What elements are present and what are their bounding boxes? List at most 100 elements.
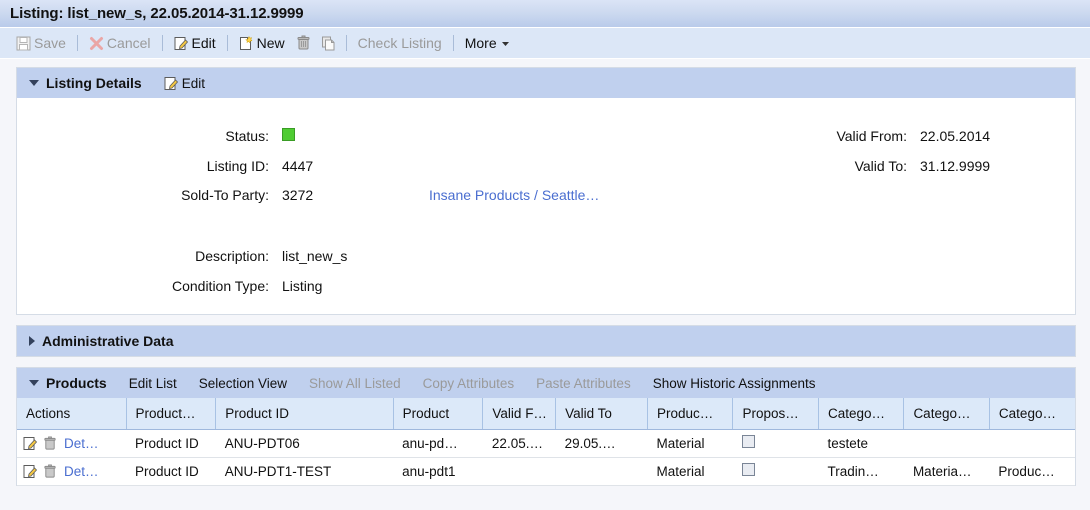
- column-header-product[interactable]: Product: [393, 398, 484, 430]
- collapse-caret-down-icon[interactable]: [29, 80, 39, 86]
- selection-view-button[interactable]: Selection View: [199, 376, 287, 391]
- cell-product-link[interactable]: anu-pdt1: [393, 457, 483, 486]
- copy-button[interactable]: [316, 34, 341, 53]
- edit-list-button[interactable]: Edit List: [129, 376, 177, 391]
- paste-attributes-button[interactable]: Paste Attributes: [536, 376, 631, 391]
- cell-category-3: Produc…: [989, 457, 1075, 486]
- show-all-listed-label: Show All Listed: [309, 375, 401, 391]
- cell-proposed: [732, 429, 819, 458]
- save-button-label: Save: [34, 35, 66, 51]
- edit-pencil-icon: [164, 76, 179, 91]
- administrative-data-panel: Administrative Data: [16, 325, 1076, 357]
- valid-from-label-wrap: Valid From:: [637, 128, 907, 144]
- column-header-product-id[interactable]: Product ID: [215, 398, 394, 430]
- column-header-category-1[interactable]: Catego…: [818, 398, 905, 430]
- row-edit-pencil-icon[interactable]: [23, 436, 38, 451]
- status-badge: [282, 128, 295, 141]
- show-historic-assignments-button[interactable]: Show Historic Assignments: [653, 376, 816, 391]
- sold-to-party-value: 3272: [282, 187, 314, 203]
- save-button[interactable]: Save: [10, 33, 72, 53]
- status-field-label-wrap: Status:: [17, 128, 269, 144]
- column-header-proposed[interactable]: Propos…: [732, 398, 819, 430]
- delete-button[interactable]: [291, 33, 316, 53]
- selection-view-label: Selection View: [198, 375, 288, 391]
- sold-to-party-value-wrap: 3272: [282, 187, 313, 203]
- row-details-link[interactable]: Det…: [64, 464, 99, 479]
- column-header-valid-to[interactable]: Valid To: [555, 398, 648, 430]
- page-title: Listing: list_new_s, 22.05.2014-31.12.99…: [10, 5, 304, 22]
- column-header-category-2[interactable]: Catego…: [903, 398, 990, 430]
- listing-id-value-wrap: 4447: [282, 158, 313, 174]
- table-row[interactable]: Det… Product ID ANU-PDT06 anu-pd… 22.05.…: [17, 429, 1075, 458]
- cell-valid-to: [555, 457, 648, 486]
- check-listing-button[interactable]: Check Listing: [352, 33, 448, 53]
- cell-product-category: Material: [647, 457, 733, 486]
- listing-details-header[interactable]: Listing Details Edit: [17, 68, 1075, 98]
- sold-to-party-label: Sold-To Party:: [181, 187, 269, 203]
- sold-to-party-link-wrap: Insane Products / Seattle…: [429, 187, 599, 203]
- edit-pencil-icon: [174, 36, 189, 51]
- more-menu-label: More: [464, 35, 497, 51]
- cell-proposed: [732, 457, 819, 486]
- valid-to-value: 31.12.9999: [920, 158, 991, 174]
- products-table-header-row: Actions Product… Product ID Product Vali…: [17, 398, 1075, 430]
- listing-details-edit-button[interactable]: Edit: [164, 76, 205, 91]
- cell-product-link[interactable]: anu-pd…: [393, 429, 483, 458]
- cell-category-3: [989, 429, 1075, 458]
- window-title-bar: Listing: list_new_s, 22.05.2014-31.12.99…: [0, 0, 1090, 28]
- toolbar-separator: [76, 35, 78, 51]
- column-header-product-category[interactable]: Produc…: [647, 398, 734, 430]
- column-header-category-3[interactable]: Catego…: [989, 398, 1075, 430]
- condition-type-label-wrap: Condition Type:: [17, 278, 269, 294]
- listing-details-edit-label: Edit: [181, 75, 205, 91]
- cancel-button[interactable]: Cancel: [83, 33, 157, 53]
- save-disk-icon: [16, 36, 31, 51]
- cell-valid-from: 22.05.…: [482, 429, 556, 458]
- products-table: Actions Product… Product ID Product Vali…: [17, 398, 1075, 486]
- table-row[interactable]: Det… Product ID ANU-PDT1-TEST anu-pdt1 M…: [17, 457, 1075, 486]
- proposed-checkbox[interactable]: [741, 463, 755, 476]
- copy-attributes-button[interactable]: Copy Attributes: [423, 376, 515, 391]
- valid-to-value-wrap: 31.12.9999: [920, 158, 990, 174]
- column-header-actions[interactable]: Actions: [17, 398, 127, 430]
- new-button[interactable]: New: [233, 33, 291, 53]
- administrative-data-header[interactable]: Administrative Data: [17, 326, 1075, 356]
- column-header-product-type[interactable]: Product…: [126, 398, 217, 430]
- column-header-valid-from[interactable]: Valid F…: [482, 398, 557, 430]
- valid-from-value-wrap: 22.05.2014: [920, 128, 990, 144]
- listing-details-body: Status: Listing ID: 4447 Sold-To Party: …: [17, 98, 1075, 314]
- sold-to-party-link[interactable]: Insane Products / Seattle…: [429, 187, 599, 203]
- show-all-listed-button[interactable]: Show All Listed: [309, 376, 401, 391]
- description-value-wrap: list_new_s: [282, 248, 347, 264]
- toolbar-separator: [345, 35, 347, 51]
- cell-product-category: Material: [647, 429, 733, 458]
- cell-product-id: ANU-PDT06: [215, 429, 394, 458]
- edit-button[interactable]: Edit: [168, 33, 222, 53]
- row-details-link[interactable]: Det…: [64, 436, 99, 451]
- edit-button-label: Edit: [191, 35, 216, 51]
- listing-details-title: Listing Details: [46, 75, 142, 91]
- valid-from-value: 22.05.2014: [920, 128, 991, 144]
- cell-valid-to: 29.05.…: [555, 429, 648, 458]
- condition-type-value-wrap: Listing: [282, 278, 322, 294]
- new-document-icon: [239, 35, 254, 51]
- status-badge-wrap: [282, 128, 295, 141]
- toolbar-separator: [452, 35, 454, 51]
- row-edit-pencil-icon[interactable]: [23, 464, 38, 479]
- row-trash-icon[interactable]: [43, 464, 57, 479]
- listing-details-panel: Listing Details Edit Status: Listing ID:…: [16, 67, 1076, 315]
- condition-type-value: Listing: [282, 278, 323, 294]
- row-actions-cell: Det…: [17, 429, 126, 458]
- cell-category-2: [903, 429, 990, 458]
- proposed-checkbox[interactable]: [741, 435, 755, 448]
- row-trash-icon[interactable]: [43, 436, 57, 451]
- row-actions-cell: Det…: [17, 457, 126, 486]
- more-menu-button[interactable]: More: [459, 33, 516, 53]
- listing-id-value: 4447: [282, 158, 314, 174]
- cell-product-id: ANU-PDT1-TEST: [215, 457, 394, 486]
- collapse-caret-down-icon[interactable]: [29, 380, 39, 386]
- sold-to-party-label-wrap: Sold-To Party:: [17, 187, 269, 203]
- valid-to-label-wrap: Valid To:: [637, 158, 907, 174]
- expand-caret-right-icon[interactable]: [29, 336, 35, 346]
- description-label-wrap: Description:: [17, 248, 269, 264]
